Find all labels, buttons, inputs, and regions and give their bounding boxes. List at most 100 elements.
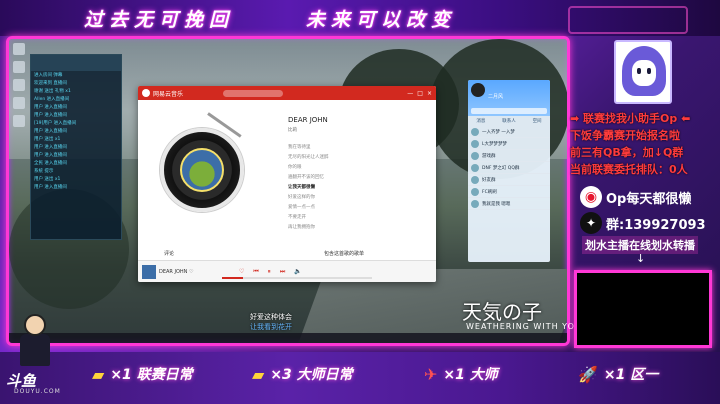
promo-line-2: 下饭争霸赛开始报名啦: [570, 129, 680, 142]
reward-item: ✈ ×1 大师: [424, 364, 498, 384]
danmaku-line: 用户 进入直播间: [34, 129, 67, 134]
qq-contact-item[interactable]: L大梦梦梦梦: [468, 138, 550, 150]
avatar-eye: [637, 68, 641, 74]
qq-window[interactable]: 二月风 消息 联系人 空间 一入齐梦 一入梦 L大梦梦梦梦游戏群 DNF 梦之幻 QQ群…: [468, 80, 550, 262]
volume-icon[interactable]: 🔈: [294, 268, 301, 276]
down-arrow-icon: ↓: [636, 252, 646, 265]
danmaku-line: 全民 进入直播间: [34, 161, 67, 166]
qq-contact-item[interactable]: 好友群: [468, 174, 550, 186]
desktop-icon[interactable]: [13, 79, 25, 91]
qq-tab[interactable]: 联系人: [502, 118, 516, 124]
contact-name: 一入齐梦 一入梦: [482, 129, 515, 135]
lyric-line: 好爱这样的你: [288, 195, 315, 200]
top-banner: 过去无可挽回 未来可以改变: [0, 0, 720, 36]
reward-text: ×1 区一: [603, 367, 659, 383]
similar-playlists-tab[interactable]: 包含这首歌的歌单: [324, 250, 364, 257]
subtitle-line-1: 好爱这种体会: [250, 313, 292, 321]
weibo-icon: ◉: [580, 186, 602, 208]
contact-avatar: [471, 199, 479, 208]
minimize-button[interactable]: —: [407, 90, 413, 97]
qq-tab[interactable]: 消息: [476, 118, 485, 124]
mascot-body: [20, 334, 50, 366]
desktop-icon[interactable]: [13, 97, 25, 109]
album-art: [180, 148, 224, 192]
lyric-line: 再让我拥抱你: [288, 225, 315, 230]
taskbar[interactable]: [9, 333, 567, 343]
comments-tab[interactable]: 评论: [164, 250, 174, 257]
douyu-logo-sub: DOUYU.COM: [14, 388, 61, 395]
qq-contact-item[interactable]: DNF 梦之幻 QQ群: [468, 162, 550, 174]
danmaku-line: 用户 进入直播间: [34, 105, 67, 110]
qq-contact-item[interactable]: 游戏群: [468, 150, 550, 162]
desktop-icon[interactable]: [13, 43, 25, 55]
music-search-input[interactable]: [223, 89, 284, 97]
lyric-line: 让我天都很懒: [288, 185, 315, 190]
qq-contact-item[interactable]: FC刷刷: [468, 186, 550, 198]
weibo-handle: Op每天都很懒: [606, 191, 692, 207]
rocket-icon: 🚀: [578, 364, 598, 384]
next-icon[interactable]: ⏭: [280, 268, 285, 276]
reward-text: ×1 联赛日常: [110, 367, 193, 383]
like-icon[interactable]: ♡: [239, 268, 244, 276]
qq-contact-item[interactable]: 我就是我 嗯嗯: [468, 198, 550, 210]
qq-contact-list: 一入齐梦 一入梦 L大梦梦梦梦游戏群 DNF 梦之幻 QQ群 好友群 FC刷刷我就是我 …: [468, 126, 550, 210]
desktop-icon[interactable]: [13, 115, 25, 127]
netease-logo-icon: [142, 89, 150, 97]
danmaku-line: Allen 进入直播间: [34, 97, 70, 102]
pause-icon[interactable]: ⏸: [268, 268, 271, 276]
qq-penguin-icon: ✦: [580, 212, 602, 234]
neon-decoration: [568, 6, 688, 34]
contact-avatar: [471, 139, 479, 148]
qq-search-input[interactable]: [471, 108, 547, 114]
gold-bar-icon: ▰: [92, 364, 105, 384]
mini-song-title[interactable]: DEAR JOHN ♡: [159, 269, 209, 275]
music-player-window[interactable]: 网易云音乐 — □ × DEAR JOHN 比莉 我在等待里 无尽的阳光让人迷醉你…: [138, 86, 436, 282]
qq-tabs: 消息 联系人 空间: [468, 116, 550, 126]
qq-avatar[interactable]: [471, 83, 485, 97]
contact-name: FC刷刷: [482, 189, 497, 195]
avatar-face: [632, 60, 656, 86]
lyric-line: 我在等待里: [288, 145, 311, 150]
banner-slogan-left: 过去无可挽回: [84, 9, 235, 31]
desktop-icons: [13, 43, 27, 133]
qq-group-number: 群:139927093: [606, 217, 706, 233]
contact-name: DNF 梦之幻 QQ群: [482, 165, 520, 171]
gold-bar-icon: ▰: [252, 364, 265, 384]
danmaku-line: 进入房间 弹幕: [34, 73, 63, 78]
contact-name: 好友群: [482, 177, 496, 183]
song-artist[interactable]: 比莉: [288, 127, 297, 133]
contact-name: 我就是我 嗯嗯: [482, 201, 511, 207]
qq-contact-item[interactable]: 一入齐梦 一入梦: [468, 126, 550, 138]
danmaku-line: 用户 送出 x1: [34, 137, 61, 142]
reward-item: 🚀 ×1 区一: [578, 364, 658, 384]
lyric-line: 不要走开: [288, 215, 306, 220]
contact-name: L大梦梦梦梦: [482, 141, 508, 147]
desktop-icon[interactable]: [13, 61, 25, 73]
player-controls: DEAR JOHN ♡ ♡ ⏮ ⏸ ⏭ 🔈: [138, 260, 436, 282]
danmaku-line: 用户 进入直播间: [34, 113, 67, 118]
danmaku-line: [19]用户 进入直播间: [34, 121, 77, 126]
contact-avatar: [471, 163, 479, 172]
close-button[interactable]: ×: [427, 90, 432, 97]
promo-line-3: 前三有QB拿，加↓Q群: [570, 146, 684, 159]
progress-fill: [222, 277, 243, 279]
danmaku-line: 欢迎来到 直播间: [34, 81, 67, 86]
maximize-button[interactable]: □: [417, 90, 423, 97]
reward-item: ▰ ×1 联赛日常: [92, 364, 193, 384]
danmaku-line: 谢谢 送出 礼物 x1: [34, 89, 71, 94]
music-body: DEAR JOHN 比莉 我在等待里 无尽的阳光让人迷醉 你的眼 遍翻开不该的回忆 让我…: [138, 100, 436, 260]
vinyl-disc: [160, 128, 244, 212]
mascot-head: [24, 314, 46, 336]
lyric-line: 无尽的阳光让人迷醉: [288, 155, 329, 160]
qq-group-row: ✦ 群:139927093: [580, 212, 706, 234]
contact-avatar: [471, 127, 479, 136]
prev-icon[interactable]: ⏮: [253, 268, 258, 276]
reward-text: ×1 大师: [443, 367, 498, 383]
qq-username: 二月风: [488, 94, 504, 100]
progress-bar[interactable]: [222, 277, 372, 279]
qq-tab[interactable]: 空间: [533, 118, 542, 124]
danmaku-line: 用户 进入直播间: [34, 145, 67, 150]
danmaku-panel-header: [31, 55, 121, 71]
video-subtitle: 好爱这种体会 让我看到花开: [250, 312, 292, 332]
mini-album-art[interactable]: [142, 264, 156, 279]
